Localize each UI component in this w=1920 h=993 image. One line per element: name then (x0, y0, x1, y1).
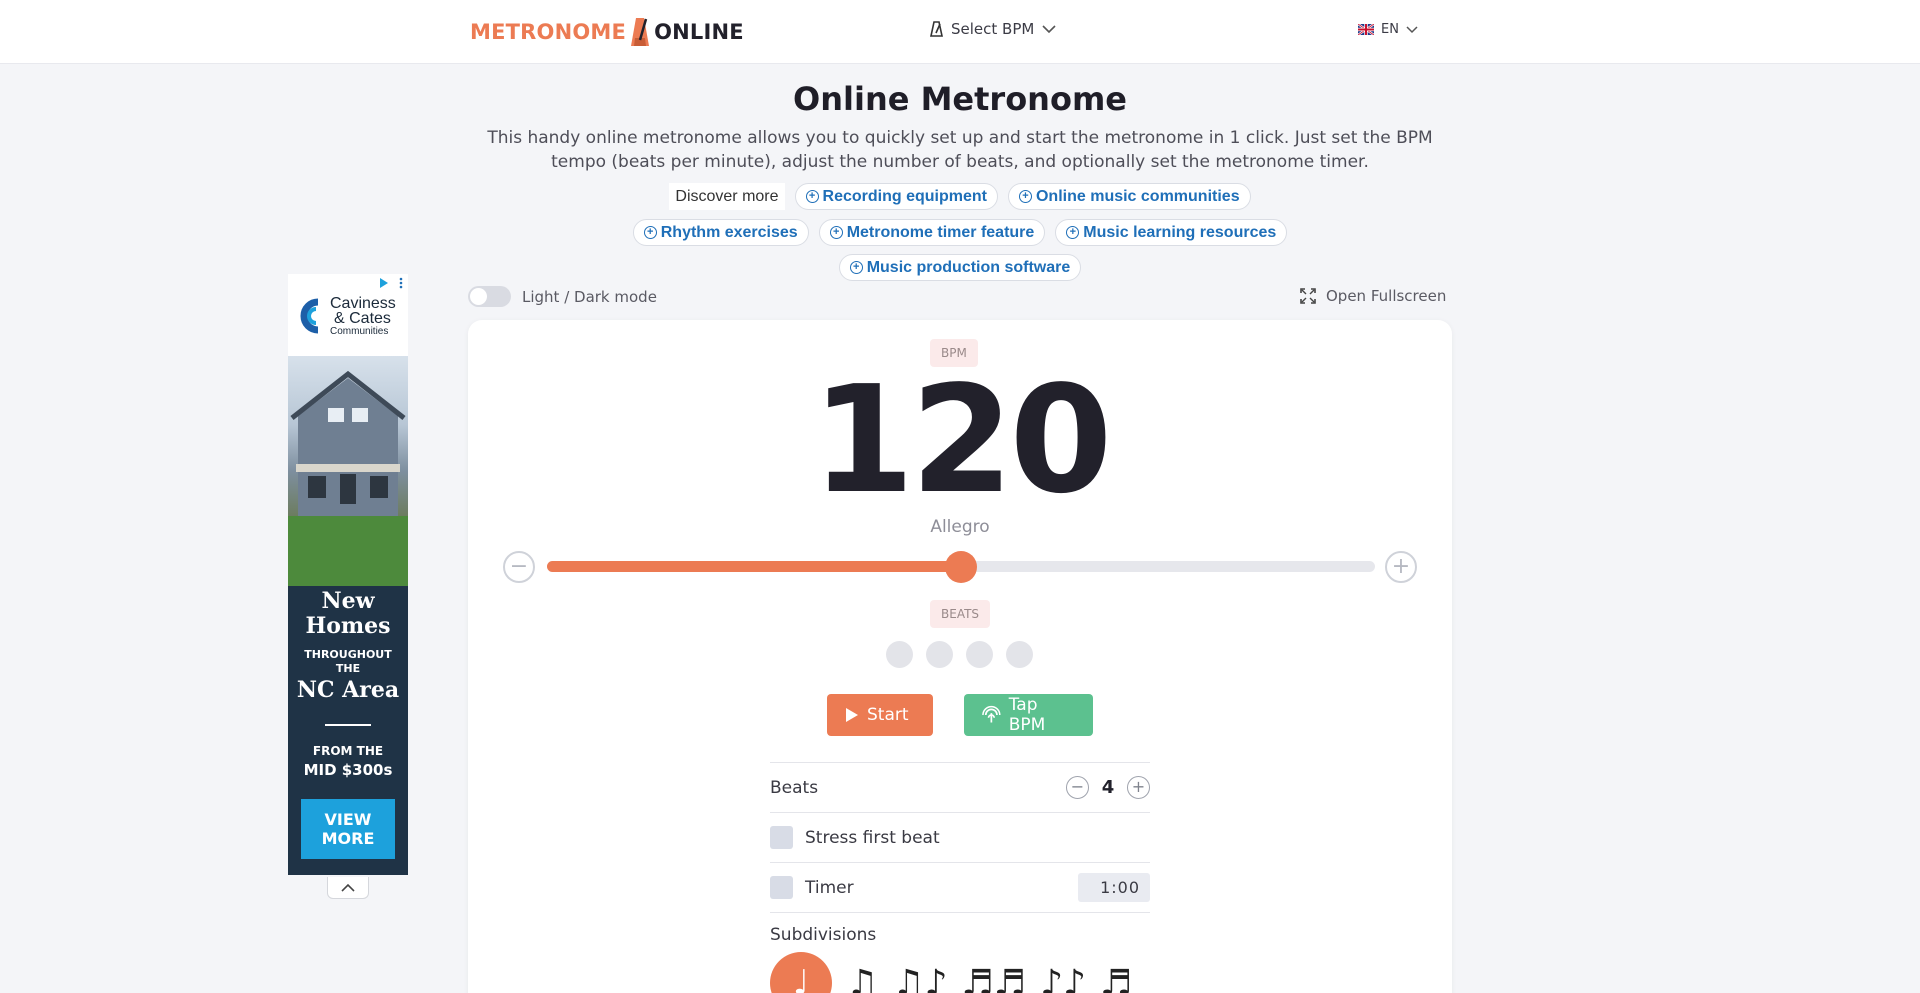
advertisement-banner[interactable]: Caviness & Cates Communities New Homes TH… (288, 274, 408, 875)
plus-circle-icon: + (643, 226, 657, 239)
timer-label: Timer (805, 877, 854, 898)
brand-logo-icon (300, 298, 319, 334)
beat-dot (1006, 641, 1033, 668)
discover-chips-row-1: Discover more + Recording equipment + On… (0, 183, 1920, 210)
plus-circle-icon: + (1066, 226, 1080, 239)
start-label: Start (867, 705, 909, 725)
chip-label: Recording equipment (822, 187, 987, 205)
plus-circle-icon: + (1018, 190, 1032, 203)
select-bpm-dropdown[interactable]: Select BPM (930, 20, 1056, 38)
ad-region: NC Area (296, 677, 400, 703)
ad-choices-icon[interactable] (376, 276, 406, 290)
fullscreen-icon (1300, 288, 1316, 304)
subdivisions-label: Subdivisions (770, 925, 877, 945)
quarter-note-icon[interactable]: ♩ (770, 952, 832, 993)
logo-text-left: METRONOME (470, 20, 627, 44)
dotted-eighth-icon[interactable]: ♪♪ (1040, 952, 1086, 993)
beats-setting-row: Beats − 4 + (770, 762, 1150, 812)
chip-online-music-communities[interactable]: + Online music communities (1007, 183, 1251, 210)
play-icon (846, 708, 858, 722)
ad-brand-area: Caviness & Cates Communities (288, 274, 408, 356)
tap-bpm-button[interactable]: Tap BPM (964, 694, 1093, 736)
chip-music-learning-resources[interactable]: + Music learning resources (1055, 219, 1288, 246)
chip-music-production-software[interactable]: + Music production software (838, 254, 1082, 281)
chip-label: Rhythm exercises (660, 223, 798, 241)
ad-collapse-button[interactable] (327, 877, 369, 899)
intro-paragraph: This handy online metronome allows you t… (487, 128, 1433, 172)
chip-recording-equipment[interactable]: + Recording equipment (794, 183, 998, 210)
beat-indicators (886, 641, 1033, 668)
language-label: EN (1381, 22, 1399, 37)
increase-beats-button[interactable]: + (1127, 776, 1150, 799)
metronome-icon (930, 21, 943, 37)
fullscreen-label: Open Fullscreen (1326, 287, 1447, 305)
chip-label: Music learning resources (1083, 223, 1277, 241)
dotted-sixteenth-icon[interactable]: ♬ (1100, 952, 1132, 993)
stress-first-beat-checkbox[interactable] (770, 826, 793, 849)
bpm-slider-fill (547, 561, 961, 572)
chip-rhythm-exercises[interactable]: + Rhythm exercises (632, 219, 809, 246)
beats-setting-label: Beats (770, 777, 819, 798)
beats-stepper: − 4 + (1066, 776, 1150, 799)
bpm-slider[interactable] (547, 551, 1375, 583)
settings-list: Beats − 4 + Stress first beat Timer 1:00 (770, 762, 1150, 913)
tap-fingerprint-icon (982, 705, 1001, 723)
ad-subheadline: THROUGHOUT THE (304, 648, 392, 675)
timer-input[interactable]: 1:00 (1078, 873, 1150, 902)
timer-row: Timer 1:00 (770, 862, 1150, 912)
dark-mode-toggle[interactable]: Light / Dark mode (468, 286, 657, 307)
ad-divider (325, 724, 371, 726)
chip-label: Metronome timer feature (846, 223, 1035, 241)
sixteenth-notes-icon[interactable]: ♬♬ (962, 952, 1027, 993)
beat-dot (966, 641, 993, 668)
plus-circle-icon: + (829, 226, 843, 239)
discover-more-label: Discover more (669, 183, 785, 210)
ad-view-more-button[interactable]: VIEW MORE (301, 799, 395, 859)
open-fullscreen-button[interactable]: Open Fullscreen (1300, 287, 1446, 305)
plus-circle-icon: + (805, 190, 819, 203)
chip-label: Music production software (866, 258, 1071, 276)
decrease-beats-button[interactable]: − (1066, 776, 1089, 799)
eighth-notes-icon[interactable]: ♫ (846, 952, 878, 993)
language-selector[interactable]: EN (1358, 22, 1418, 37)
beat-dot (926, 641, 953, 668)
top-navigation-bar: METRONOME ONLINE Select BPM EN (0, 0, 1920, 64)
triplet-icon[interactable]: ♫♪ (892, 952, 947, 993)
stress-first-beat-row[interactable]: Stress first beat (770, 812, 1150, 862)
plus-circle-icon: + (849, 261, 863, 274)
page-title: Online Metronome (793, 80, 1127, 118)
house-photo (288, 356, 408, 586)
settings-divider (770, 912, 1150, 913)
chip-label: Online music communities (1035, 187, 1240, 205)
beats-label-pill: BEATS (930, 600, 991, 628)
ad-brand-name: Caviness & Cates Communities (330, 295, 396, 338)
discover-chips-row-2: + Rhythm exercises + Metronome timer fea… (0, 219, 1920, 246)
metronome-logo-icon (631, 18, 650, 46)
select-bpm-label: Select BPM (951, 20, 1035, 38)
stress-first-beat-label: Stress first beat (805, 827, 940, 848)
bpm-slider-handle[interactable] (945, 551, 977, 583)
beat-dot (886, 641, 913, 668)
tap-bpm-label: Tap BPM (1008, 695, 1046, 735)
tempo-name: Allegro (930, 517, 990, 537)
site-logo[interactable]: METRONOME ONLINE (470, 16, 744, 48)
increase-bpm-button[interactable]: + (1385, 551, 1417, 583)
chevron-down-icon (1406, 25, 1418, 33)
ad-price-prefix: FROM THE (312, 744, 384, 758)
subdivision-options: ♩ ♫ ♫♪ ♬♬ ♪♪ ♬ (770, 952, 1132, 993)
decrease-bpm-button[interactable]: − (503, 551, 535, 583)
chip-metronome-timer-feature[interactable]: + Metronome timer feature (818, 219, 1046, 246)
logo-text-right: ONLINE (654, 20, 744, 44)
chevron-down-icon (1042, 24, 1056, 33)
dark-mode-label: Light / Dark mode (522, 287, 657, 306)
uk-flag-icon (1358, 24, 1374, 35)
bpm-value: 120 (811, 354, 1113, 526)
timer-checkbox[interactable] (770, 876, 793, 899)
chevron-up-icon (341, 883, 355, 892)
ad-price: MID $300s (303, 761, 393, 779)
start-button[interactable]: Start (827, 694, 933, 736)
beats-count: 4 (1101, 777, 1115, 798)
toggle-switch[interactable] (468, 286, 511, 307)
ad-headline: New Homes (305, 588, 391, 639)
